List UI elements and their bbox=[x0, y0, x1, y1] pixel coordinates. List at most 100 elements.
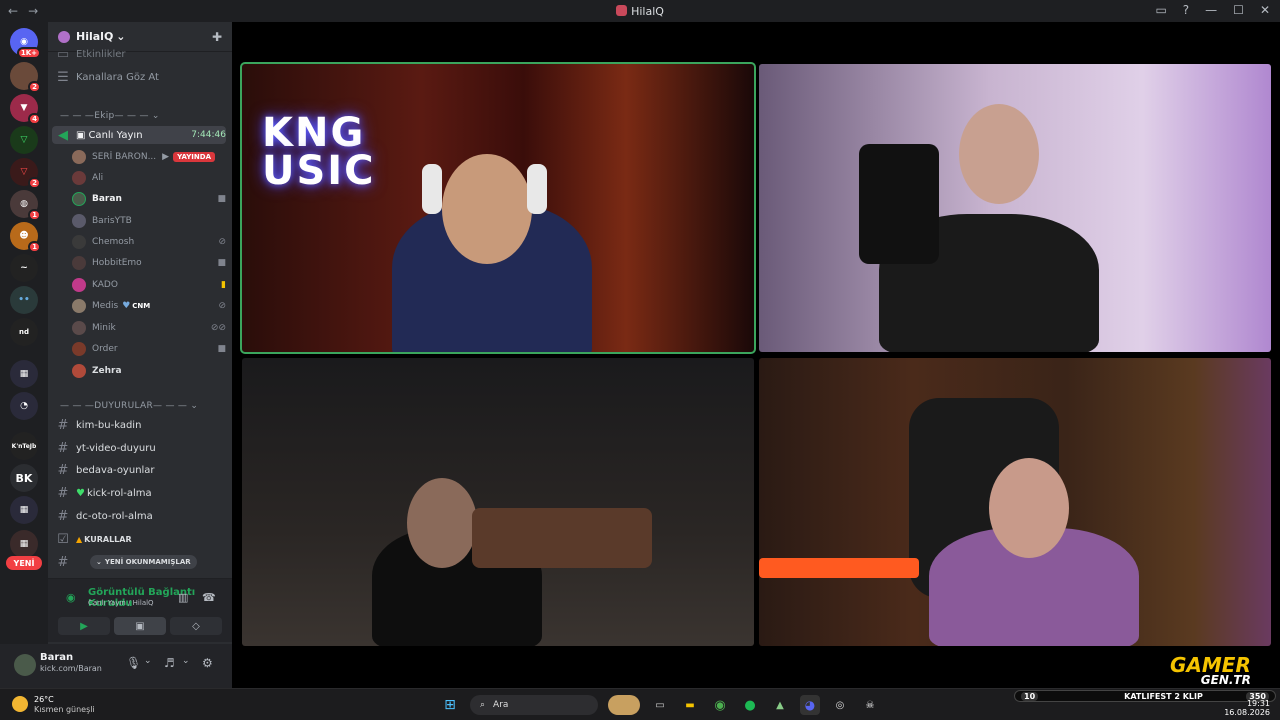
voice-user[interactable]: Chemosh ⊘ bbox=[72, 233, 226, 251]
guild-icon-8[interactable]: •• bbox=[10, 286, 38, 314]
username[interactable]: Baran bbox=[40, 652, 73, 663]
disconnect-icon[interactable]: ☎ bbox=[202, 591, 216, 604]
guild-folder-3[interactable]: ▦ bbox=[10, 496, 38, 524]
guild-icon-6[interactable]: ☻ 1 bbox=[10, 222, 41, 253]
taskbar-search[interactable]: ⌕ Ara bbox=[470, 695, 598, 715]
avatar bbox=[72, 150, 86, 164]
avatar bbox=[72, 299, 86, 313]
voice-user[interactable]: Zehra bbox=[72, 362, 226, 380]
guild-icon-ktj[interactable]: K'nTeJb bbox=[10, 432, 38, 460]
maximize-icon[interactable]: ☐ bbox=[1233, 3, 1244, 17]
voice-user[interactable]: KADO ▮ bbox=[72, 276, 226, 294]
avatar[interactable] bbox=[14, 654, 36, 676]
chevron-down-icon[interactable]: ⌄ bbox=[182, 656, 190, 666]
channel-browse[interactable]: ☰ Kanallara Göz At bbox=[56, 68, 226, 86]
channel-dc-oto-rol-alma[interactable]: # dc-oto-rol-alma bbox=[56, 507, 226, 525]
guild-badge: 4 bbox=[28, 113, 41, 125]
settings-gear-icon[interactable]: ⚙ bbox=[202, 656, 213, 670]
avatar bbox=[72, 278, 86, 292]
guild-icon-9[interactable]: nd bbox=[10, 318, 38, 346]
guild-icon-4[interactable]: ▽ 2 bbox=[10, 158, 41, 189]
steam-icon[interactable]: ◎ bbox=[830, 695, 850, 715]
voice-user[interactable]: Medis ♥ CNM ⊘ bbox=[72, 297, 226, 315]
guild-folder-1[interactable]: ▦ bbox=[10, 360, 38, 388]
server-list: ◉ 1K+ 2 ▼ 4 ▽ ▽ 2 ◍ 1 ☻ 1 ~ •• nd ▦ ◔ K'nTeJb… bbox=[0, 22, 48, 688]
channel-kick-rol-alma[interactable]: # ♥ kick-rol-alma bbox=[56, 484, 226, 502]
video-tile[interactable] bbox=[759, 358, 1271, 646]
live-badge: YAYINDA bbox=[173, 152, 215, 162]
voice-user[interactable]: Order ■ bbox=[72, 340, 226, 358]
new-unreads-pill[interactable]: ⌄ YENİ OKUNMAMIŞLAR bbox=[90, 555, 197, 569]
voice-user[interactable]: Baran ■ bbox=[72, 190, 226, 208]
guild-icon-2[interactable]: ▼ 4 bbox=[10, 94, 41, 125]
channel-bedava-oyunlar[interactable]: # bedava-oyunlar bbox=[56, 461, 226, 479]
new-unreads-badge[interactable]: YENİ bbox=[6, 556, 42, 570]
signal-icon[interactable]: ◉ bbox=[66, 591, 76, 604]
camera-toggle-button[interactable]: ▶ bbox=[58, 617, 110, 635]
chevron-down-icon[interactable]: ⌄ bbox=[144, 656, 152, 666]
microphone-icon[interactable]: 🎙 bbox=[126, 656, 141, 670]
hash-icon: # bbox=[57, 554, 69, 570]
spotify-icon[interactable]: ● bbox=[740, 695, 760, 715]
voice-user[interactable]: BarisYTB bbox=[72, 212, 226, 230]
guild-icon-bk[interactable]: BK bbox=[10, 464, 38, 492]
voice-user[interactable]: HobbitEmo ■ bbox=[72, 254, 226, 272]
dm-home-button[interactable]: ◉ 1K+ bbox=[10, 28, 41, 59]
screen-share-button[interactable]: ▣ bbox=[114, 617, 166, 635]
calendar-icon: ▭ bbox=[56, 48, 70, 60]
skull-app-icon[interactable]: ☠ bbox=[860, 695, 880, 715]
avatar bbox=[72, 364, 86, 378]
server-icon bbox=[58, 30, 70, 43]
invite-user-icon[interactable]: ✚ bbox=[212, 30, 222, 44]
person-head bbox=[442, 154, 532, 264]
avatar bbox=[72, 321, 86, 335]
hash-icon: # bbox=[57, 462, 69, 478]
guild-folder-2[interactable]: ◔ bbox=[10, 392, 38, 420]
inbox-icon[interactable]: ▭ bbox=[1155, 3, 1166, 17]
discord-icon[interactable]: ◕ bbox=[800, 695, 820, 715]
windows-start-icon[interactable]: ⊞ bbox=[440, 695, 460, 715]
close-icon[interactable]: ✕ bbox=[1260, 3, 1270, 17]
activities-button[interactable]: ◇ bbox=[170, 617, 222, 635]
voice-user[interactable]: Minik ⊘⊘ bbox=[72, 319, 226, 337]
file-explorer-icon[interactable]: ▬ bbox=[680, 695, 700, 715]
window-controls: ▭ ? — ☐ ✕ bbox=[1155, 3, 1270, 17]
voice-channel-canli-yayin[interactable]: ◀ ▣ Canlı Yayın 7:44:46 bbox=[52, 126, 226, 144]
guild-icon-1[interactable]: 2 bbox=[10, 62, 41, 93]
video-tile[interactable] bbox=[242, 358, 754, 646]
channel-kurallar[interactable]: ☑ ▲ KURALLAR bbox=[56, 530, 226, 548]
deafened-icon: ⊘ bbox=[218, 237, 226, 247]
guild-icon-3[interactable]: ▽ bbox=[10, 126, 38, 154]
video-stage: KNG USIC bbox=[232, 22, 1280, 688]
minimize-icon[interactable]: — bbox=[1205, 3, 1217, 17]
voice-connection-panel: ◉ Görüntülü Bağlantı Kuruldu Canlı Yayın… bbox=[48, 578, 232, 642]
noise-suppression-icon[interactable]: ▥ bbox=[178, 591, 188, 604]
system-clock[interactable]: 19:31 16.08.2026 bbox=[1224, 699, 1270, 717]
widget-image-icon[interactable] bbox=[608, 695, 640, 715]
voice-channel-link[interactable]: Canlı Yayın / HilalQ bbox=[88, 599, 154, 607]
headphones-icon[interactable]: ♬ bbox=[164, 656, 175, 670]
video-icon: ■ bbox=[217, 258, 226, 268]
guild-icon-7[interactable]: ~ bbox=[10, 254, 38, 282]
channel-kim-bu-kadin[interactable]: # kim-bu-kadin bbox=[56, 416, 226, 434]
help-icon[interactable]: ? bbox=[1183, 3, 1189, 17]
category-duyurular[interactable]: — — — DUYURULAR — — — ⌄ bbox=[60, 397, 226, 415]
voice-user[interactable]: SERİ BARON... ▶ YAYINDA bbox=[72, 148, 226, 166]
chrome-icon[interactable]: ◉ bbox=[710, 695, 730, 715]
category-ekip[interactable]: — — — Ekip — — — ⌄ bbox=[60, 107, 226, 125]
back-arrow-icon[interactable]: ← bbox=[8, 4, 18, 18]
voice-user[interactable]: Ali bbox=[72, 169, 226, 187]
app-icon[interactable]: ▲ bbox=[770, 695, 790, 715]
guild-icon-5[interactable]: ◍ 1 bbox=[10, 190, 41, 221]
task-view-icon[interactable]: ▭ bbox=[650, 695, 670, 715]
hash-icon: # bbox=[57, 485, 69, 501]
video-tile[interactable] bbox=[759, 64, 1271, 352]
guild-badge: 1 bbox=[28, 209, 41, 221]
forward-arrow-icon[interactable]: → bbox=[28, 4, 38, 18]
channel-events[interactable]: ▭ Etkinlikler bbox=[56, 48, 226, 60]
channel-yt-video-duyuru[interactable]: # yt-video-duyuru bbox=[56, 439, 226, 457]
guild-folder-4[interactable]: ▦ bbox=[10, 530, 38, 558]
video-tile-speaking[interactable]: KNG USIC bbox=[240, 62, 756, 354]
user-panel: Baran kick.com/Baran 🎙 ⌄ ♬ ⌄ ⚙ bbox=[0, 644, 232, 688]
heart-icon: ♥ bbox=[122, 301, 131, 311]
